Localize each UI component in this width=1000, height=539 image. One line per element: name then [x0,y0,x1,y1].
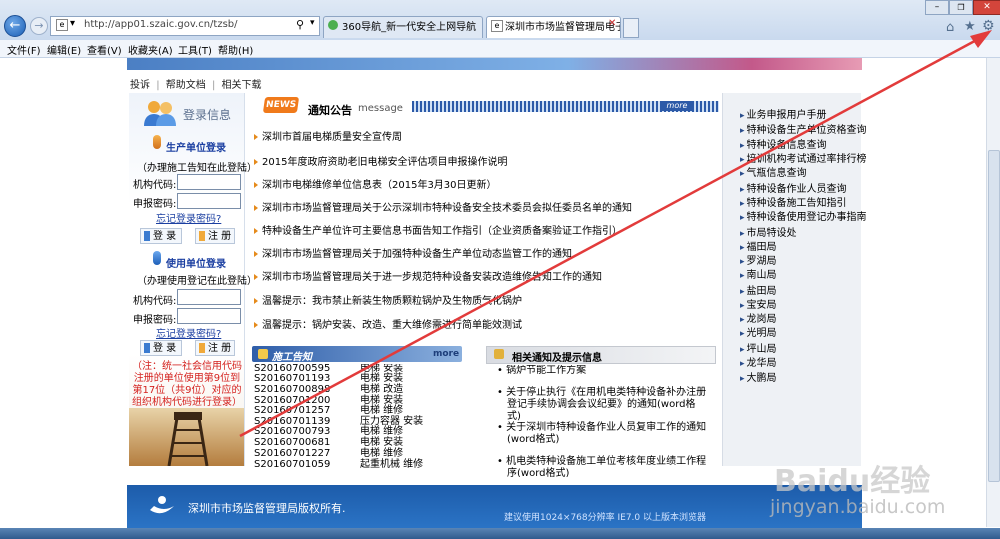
arrow-head [970,30,992,48]
arrow-line [239,34,985,438]
watermark-text: Baidu经验 [774,464,931,499]
watermark-url: jingyan.baidu.com [770,496,946,518]
